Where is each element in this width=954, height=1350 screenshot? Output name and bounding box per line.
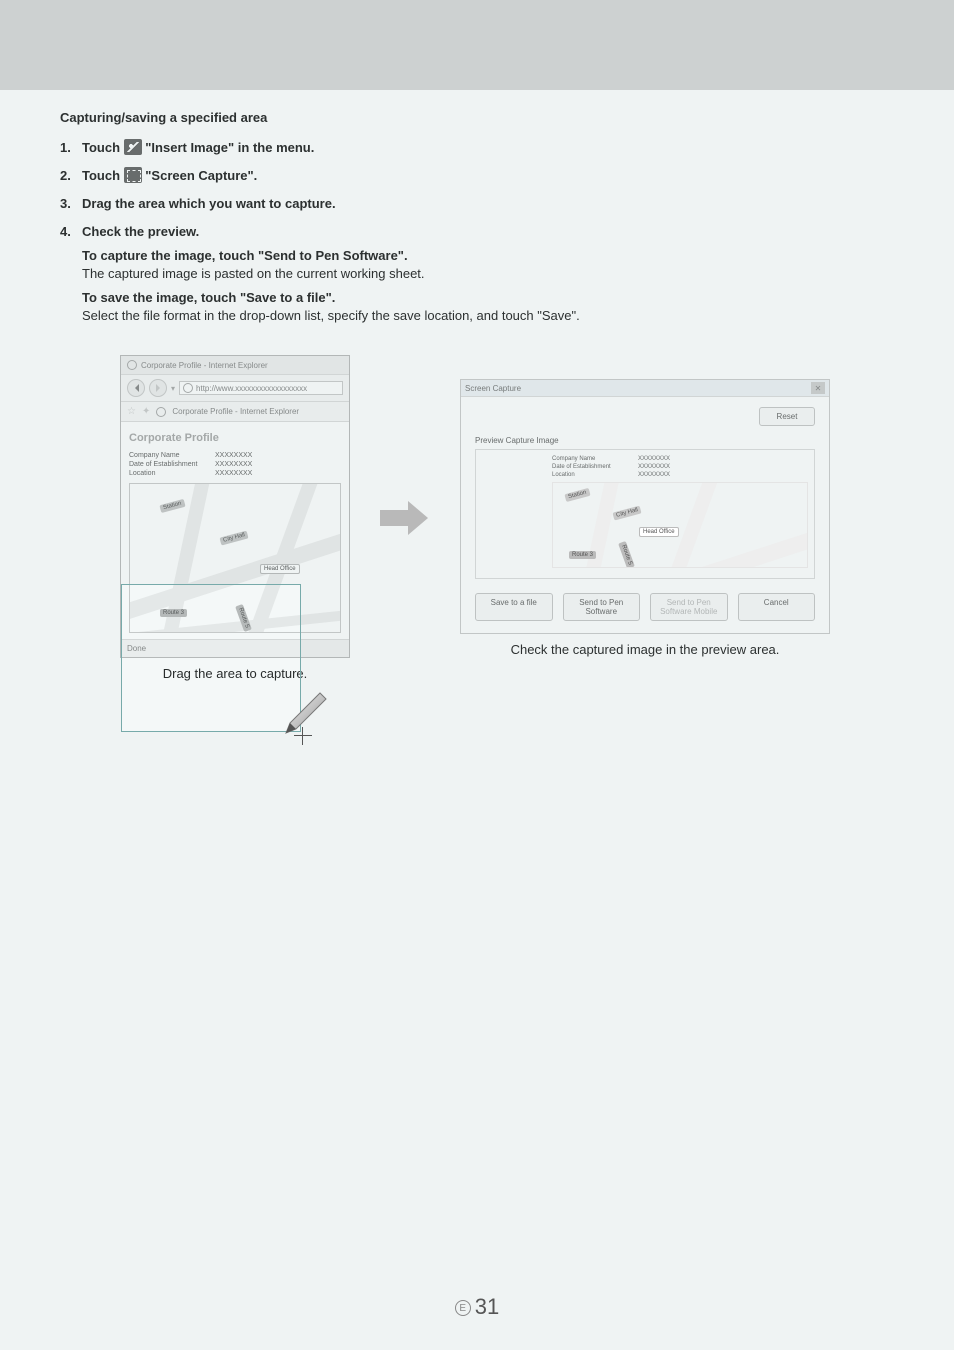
drag-selection-rectangle[interactable] bbox=[121, 584, 301, 732]
step-1: Touch "Insert Image" in the menu. bbox=[82, 139, 894, 157]
preview-label: Preview Capture Image bbox=[475, 436, 815, 445]
profile-table: Company Name XXXXXXXX Date of Establishm… bbox=[129, 452, 341, 477]
reset-button[interactable]: Reset bbox=[759, 407, 815, 426]
step-3: Drag the area which you want to capture. bbox=[82, 195, 894, 213]
send-to-pen-software-button[interactable]: Send to Pen Software bbox=[563, 593, 641, 621]
mini-label-location: Location bbox=[552, 472, 632, 478]
value-date: XXXXXXXX bbox=[215, 461, 252, 468]
mini-map-route3: Route 3 bbox=[569, 551, 596, 559]
step-1-text-b: "Insert Image" in the menu. bbox=[145, 140, 314, 155]
insert-image-icon bbox=[124, 139, 142, 155]
step-4-sub-2: To save the image, touch "Save to a file… bbox=[82, 289, 894, 325]
mini-value-location: XXXXXXXX bbox=[638, 472, 670, 478]
map-label-station: Station bbox=[159, 499, 185, 513]
dialog-body: Reset Preview Capture Image Company Name… bbox=[461, 397, 829, 633]
step-4-sub-1-text: The captured image is pasted on the curr… bbox=[82, 265, 894, 283]
step-4-sub-1: To capture the image, touch "Send to Pen… bbox=[82, 247, 894, 283]
figure-row: Corporate Profile - Internet Explorer ▾ … bbox=[60, 355, 894, 681]
page-heading: Corporate Profile bbox=[129, 432, 341, 444]
browser-window: Corporate Profile - Internet Explorer ▾ … bbox=[120, 355, 350, 658]
address-url: http://www.xxxxxxxxxxxxxxxxxx bbox=[196, 384, 307, 393]
mini-map-headoffice: Head Office bbox=[639, 527, 679, 537]
step-4: Check the preview. To capture the image,… bbox=[82, 223, 894, 325]
value-company: XXXXXXXX bbox=[215, 452, 252, 459]
step-4-sub-2-title: To save the image, touch "Save to a file… bbox=[82, 289, 894, 307]
browser-window-title: Corporate Profile - Internet Explorer bbox=[141, 361, 268, 370]
row-company: Company Name XXXXXXXX bbox=[129, 452, 341, 459]
mini-map-station: Station bbox=[564, 488, 590, 502]
page-footer: E31 bbox=[0, 1294, 954, 1320]
mini-label-date: Date of Establishment bbox=[552, 464, 632, 470]
globe-icon bbox=[127, 360, 137, 370]
dialog-actions: Save to a file Send to Pen Software Send… bbox=[475, 593, 815, 621]
label-location: Location bbox=[129, 470, 209, 477]
address-bar[interactable]: http://www.xxxxxxxxxxxxxxxxxx bbox=[179, 381, 343, 395]
step-2-text-a: Touch bbox=[82, 168, 124, 183]
mini-map-cityhall: City Hall bbox=[612, 505, 641, 520]
instruction-list: Touch "Insert Image" in the menu. Touch … bbox=[60, 139, 894, 325]
step-3-text: Drag the area which you want to capture. bbox=[82, 196, 336, 211]
mini-value-date: XXXXXXXX bbox=[638, 464, 670, 470]
label-company: Company Name bbox=[129, 452, 209, 459]
step-4-sub-2-text: Select the file format in the drop-down … bbox=[82, 307, 894, 325]
preview-map: Station City Hall Head Office Route 3 Ro… bbox=[552, 482, 808, 568]
arrow-right-icon bbox=[380, 501, 430, 535]
page-content: Capturing/saving a specified area Touch … bbox=[0, 90, 954, 681]
map-label-headoffice: Head Office bbox=[260, 564, 300, 574]
document-header-band bbox=[0, 0, 954, 90]
preview-content: Company Name XXXXXXXX Date of Establishme… bbox=[546, 450, 814, 578]
back-button-icon[interactable] bbox=[127, 379, 145, 397]
save-to-file-button[interactable]: Save to a file bbox=[475, 593, 553, 621]
row-location: Location XXXXXXXX bbox=[129, 470, 341, 477]
page-marker-e: E bbox=[455, 1300, 471, 1316]
figure-left: Corporate Profile - Internet Explorer ▾ … bbox=[120, 355, 350, 681]
favorites-star-icon[interactable]: ☆ bbox=[127, 406, 136, 417]
mini-label-company: Company Name bbox=[552, 456, 632, 462]
value-location: XXXXXXXX bbox=[215, 470, 252, 477]
screen-capture-icon bbox=[124, 167, 142, 183]
section-heading: Capturing/saving a specified area bbox=[60, 110, 894, 125]
favorites-add-icon[interactable]: ✦ bbox=[142, 406, 150, 417]
dialog-title-text: Screen Capture bbox=[465, 384, 521, 393]
mini-map-route5: Route 5 bbox=[618, 541, 635, 568]
screen-capture-dialog: Screen Capture ✕ Reset Preview Capture I… bbox=[460, 379, 830, 634]
figure-right: Screen Capture ✕ Reset Preview Capture I… bbox=[460, 379, 830, 657]
browser-titlebar: Corporate Profile - Internet Explorer bbox=[121, 356, 349, 375]
send-to-pen-software-mobile-button[interactable]: Send to Pen Software Mobile bbox=[650, 593, 728, 621]
dialog-titlebar: Screen Capture ✕ bbox=[461, 380, 829, 397]
map-label-cityhall: City Hall bbox=[219, 530, 248, 545]
crosshair-cursor-icon bbox=[294, 727, 312, 745]
tab-globe-icon bbox=[156, 407, 166, 417]
mini-value-company: XXXXXXXX bbox=[638, 456, 670, 462]
figure-right-caption: Check the captured image in the preview … bbox=[511, 642, 780, 657]
step-1-text-a: Touch bbox=[82, 140, 124, 155]
browser-tab-row: ☆ ✦ Corporate Profile - Internet Explore… bbox=[121, 402, 349, 422]
url-globe-icon bbox=[183, 383, 193, 393]
forward-button-icon[interactable] bbox=[149, 379, 167, 397]
step-2: Touch "Screen Capture". bbox=[82, 167, 894, 185]
browser-tab-title: Corporate Profile - Internet Explorer bbox=[172, 407, 299, 416]
step-4-sub-1-title: To capture the image, touch "Send to Pen… bbox=[82, 247, 894, 265]
browser-nav-row: ▾ http://www.xxxxxxxxxxxxxxxxxx bbox=[121, 375, 349, 402]
close-icon[interactable]: ✕ bbox=[811, 382, 825, 394]
step-4-text: Check the preview. bbox=[82, 224, 199, 239]
cancel-button[interactable]: Cancel bbox=[738, 593, 816, 621]
step-2-text-b: "Screen Capture". bbox=[145, 168, 257, 183]
label-date: Date of Establishment bbox=[129, 461, 209, 468]
row-date: Date of Establishment XXXXXXXX bbox=[129, 461, 341, 468]
page-number: 31 bbox=[475, 1294, 499, 1319]
preview-area: Company Name XXXXXXXX Date of Establishme… bbox=[475, 449, 815, 579]
